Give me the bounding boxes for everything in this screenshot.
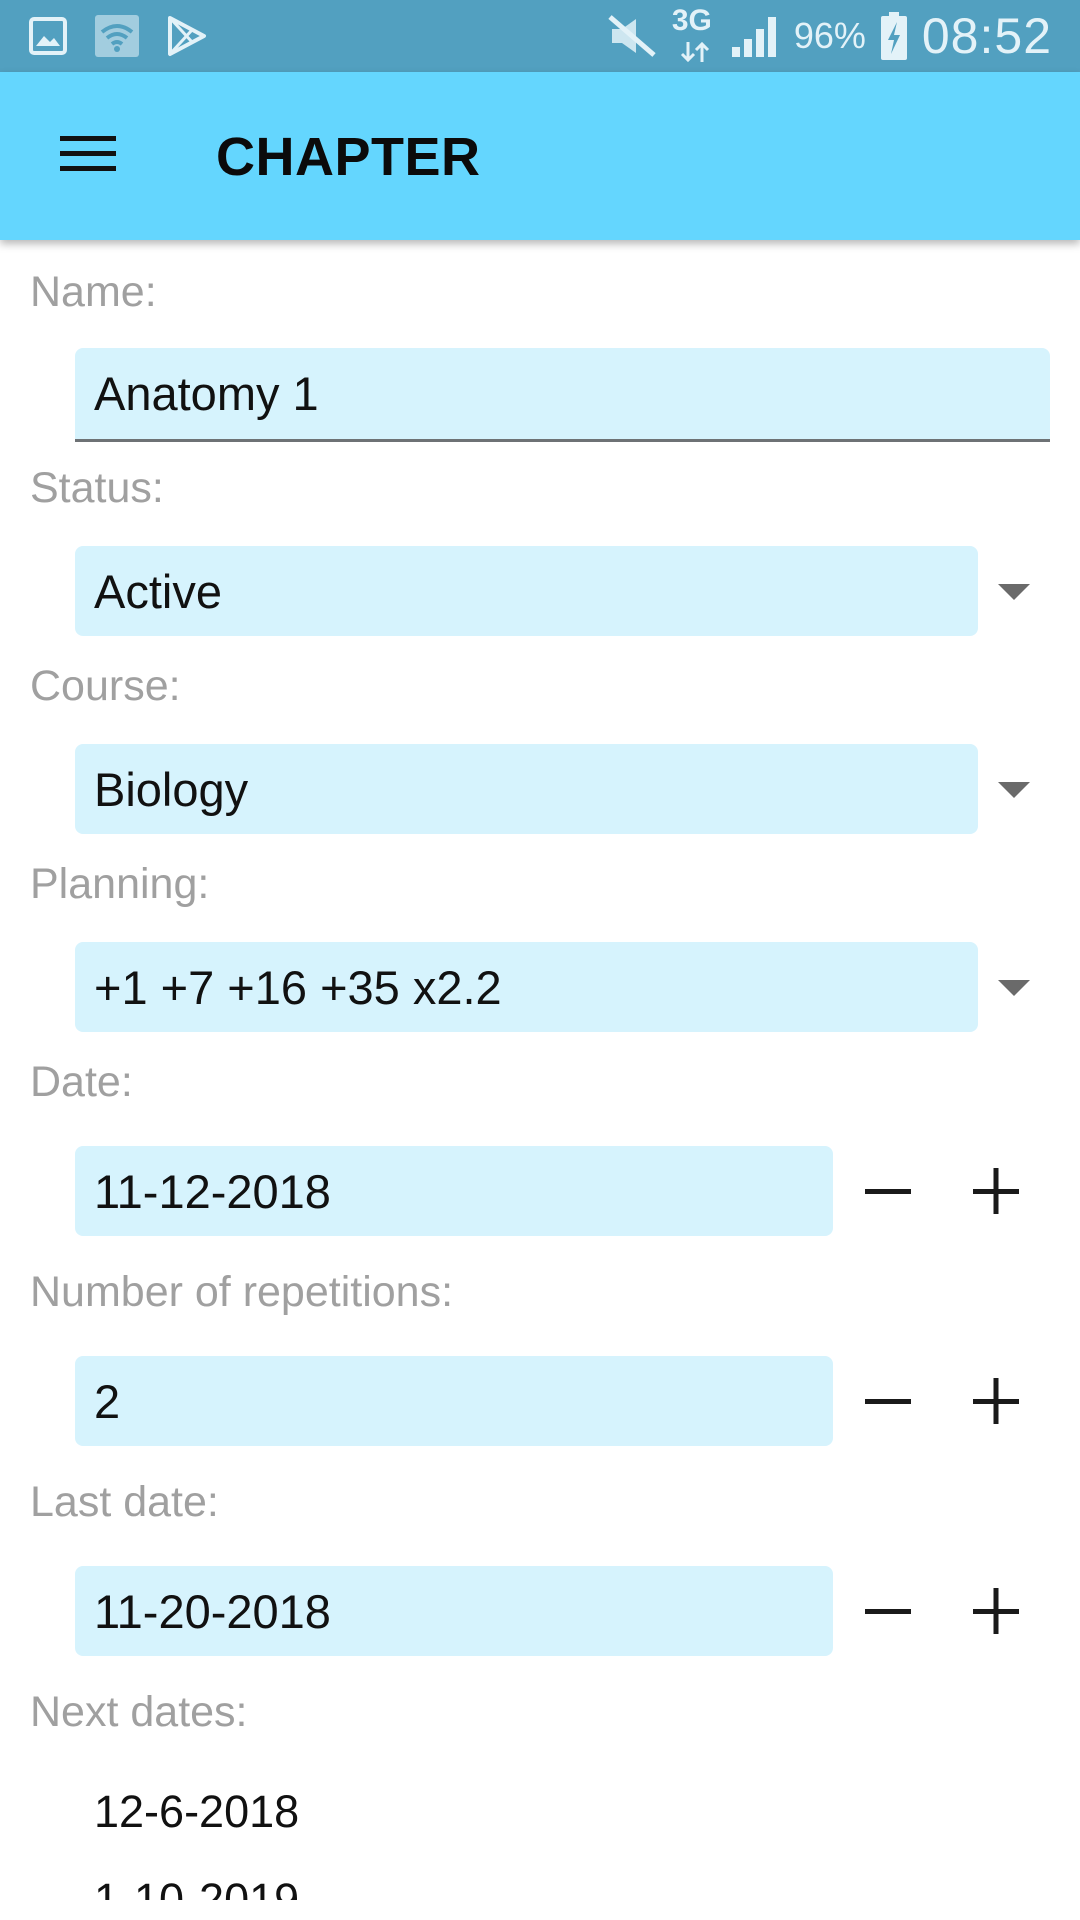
date-decrement-button[interactable]	[853, 1156, 923, 1226]
play-store-icon	[166, 15, 208, 57]
notification-icons	[28, 12, 208, 60]
course-label: Course:	[30, 662, 181, 710]
next-dates-label: Next dates:	[30, 1688, 248, 1736]
status-dropdown-arrow-icon[interactable]	[998, 584, 1030, 600]
date-label: Date:	[30, 1058, 133, 1106]
repetitions-decrement-button[interactable]	[853, 1366, 923, 1436]
repetitions-label: Number of repetitions:	[30, 1268, 454, 1316]
planning-select[interactable]: +1 +7 +16 +35 x2.2	[75, 942, 978, 1032]
course-dropdown-arrow-icon[interactable]	[998, 782, 1030, 798]
last-date-decrement-button[interactable]	[853, 1576, 923, 1646]
next-date-item: 1-10-2019	[94, 1880, 299, 1900]
last-date-field[interactable]: 11-20-2018	[75, 1566, 833, 1656]
course-select[interactable]: Biology	[75, 744, 978, 834]
clock-time: 08:52	[921, 8, 1052, 64]
signal-icon	[730, 13, 780, 59]
next-dates-clip: 1-10-2019	[0, 1880, 1080, 1900]
battery-percent: 96%	[793, 15, 866, 56]
menu-button[interactable]	[40, 108, 136, 204]
minus-icon	[865, 1609, 911, 1614]
planning-label: Planning:	[30, 860, 210, 908]
network-type-label: 3G	[671, 4, 712, 37]
date-field[interactable]: 11-12-2018	[75, 1146, 833, 1236]
minus-icon	[865, 1399, 911, 1404]
system-status-icons: 3G 96% 08:52	[606, 4, 1052, 64]
last-date-label: Last date:	[30, 1478, 219, 1526]
plus-icon	[973, 1378, 1019, 1424]
name-input[interactable]: Anatomy 1	[75, 348, 1050, 442]
status-select[interactable]: Active	[75, 546, 978, 636]
date-increment-button[interactable]	[961, 1156, 1031, 1226]
repetitions-increment-button[interactable]	[961, 1366, 1031, 1436]
minus-icon	[865, 1189, 911, 1194]
wifi-icon	[94, 14, 140, 58]
battery-charging-icon	[880, 11, 908, 61]
hamburger-menu-icon	[60, 134, 116, 179]
app-bar: CHAPTER	[0, 72, 1080, 240]
last-date-increment-button[interactable]	[961, 1576, 1031, 1646]
gallery-icon	[28, 16, 68, 56]
status-bar: 3G 96% 08:52	[0, 0, 1080, 72]
plus-icon	[973, 1168, 1019, 1214]
plus-icon	[973, 1588, 1019, 1634]
mute-icon	[606, 13, 658, 59]
status-label: Status:	[30, 464, 164, 512]
next-date-item: 12-6-2018	[94, 1786, 300, 1837]
network-3g-icon: 3G	[672, 4, 716, 64]
name-label: Name:	[30, 268, 157, 316]
repetitions-field[interactable]: 2	[75, 1356, 833, 1446]
page-title: CHAPTER	[216, 127, 481, 187]
planning-dropdown-arrow-icon[interactable]	[998, 980, 1030, 996]
